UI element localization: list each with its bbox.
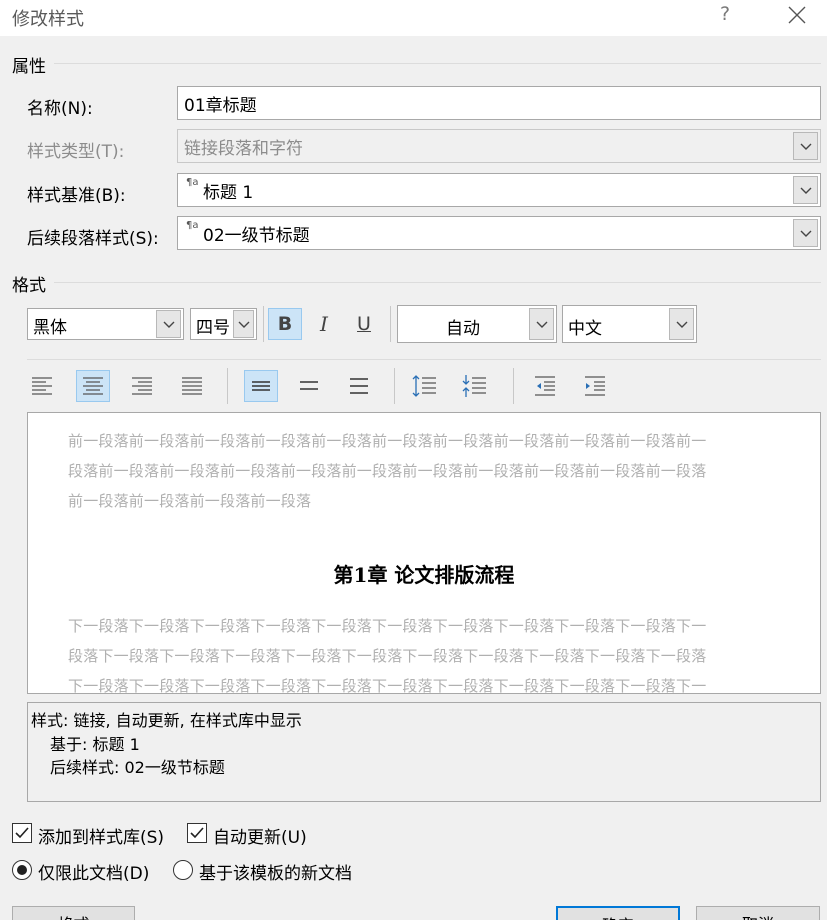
next-style-value: 02一级节标题 [203,226,310,246]
decrease-spacing-button[interactable] [458,370,492,402]
increase-indent-icon [585,376,605,396]
checkmark-icon [15,827,29,839]
decrease-indent-icon [535,376,555,396]
name-label: 名称(N): [27,99,93,119]
increase-paragraph-spacing-icon [412,375,436,397]
ok-button[interactable]: 确定 [556,906,680,920]
italic-icon: I [320,312,328,336]
close-icon[interactable] [786,4,808,26]
style-type-label: 样式类型(T): [27,142,125,162]
preview-sample-heading: 第1章 论文排版流程 [333,563,515,587]
decrease-paragraph-spacing-icon [462,375,486,397]
chevron-down-icon[interactable] [669,308,694,340]
divider [27,359,821,360]
double-spacing-button[interactable] [342,370,376,402]
separator [227,368,228,404]
preview-previous-paragraph: 前一段落前一段落前一段落前一段落 [68,492,312,510]
radio-selected-dot [17,865,27,875]
separator [394,368,395,404]
align-right-icon [132,377,152,395]
font-color-select[interactable]: 自动 [397,305,557,343]
preview-next-paragraph: 下一段落下一段落下一段落下一段落下一段落下一段落下一段落下一段落下一段落下一段落… [68,677,707,694]
double-spacing-icon [350,378,368,394]
new-documents-template-radio[interactable] [173,860,193,880]
one-half-spacing-button[interactable] [292,370,326,402]
font-size-select[interactable]: 四号 [190,308,257,340]
single-spacing-icon [252,381,270,391]
properties-heading: 属性 [12,57,46,77]
separator [513,368,514,404]
paragraph-style-icon: ¶a [186,220,199,231]
checkmark-icon [190,827,204,839]
new-documents-template-label[interactable]: 基于该模板的新文档 [199,859,352,884]
description-line: 基于: 标题 1 [50,735,140,754]
dialog-title: 修改样式 [12,9,84,30]
title-bar: 修改样式 ? [0,0,827,36]
based-on-value: 标题 1 [203,183,254,203]
justify-icon [182,377,202,395]
add-to-gallery-checkbox[interactable] [12,823,32,843]
align-center-icon [83,377,103,395]
separator [390,306,391,342]
divider [54,63,821,64]
separator [263,306,264,342]
help-button[interactable]: ? [720,3,730,25]
auto-update-label[interactable]: 自动更新(U) [213,823,307,848]
justify-button[interactable] [175,370,209,402]
only-this-document-label[interactable]: 仅限此文档(D) [38,859,149,884]
style-type-value: 链接段落和字符 [184,139,303,159]
based-on-label: 样式基准(B): [27,186,126,206]
style-preview: 前一段落前一段落前一段落前一段落前一段落前一段落前一段落前一段落前一段落前一段落… [27,412,821,694]
based-on-select[interactable]: ¶a 标题 1 [177,173,821,207]
format-heading: 格式 [12,276,46,296]
description-line: 样式: 链接, 自动更新, 在样式库中显示 [31,711,302,730]
divider [54,282,821,283]
chevron-down-icon[interactable] [156,310,181,338]
font-select[interactable]: 黑体 [27,308,184,340]
align-left-icon [32,377,52,395]
script-select[interactable]: 中文 [562,305,697,343]
next-style-select[interactable]: ¶a 02一级节标题 [177,216,821,250]
next-style-label: 后续段落样式(S): [27,229,159,249]
align-right-button[interactable] [125,370,159,402]
preview-previous-paragraph: 前一段落前一段落前一段落前一段落前一段落前一段落前一段落前一段落前一段落前一段落… [68,432,707,450]
style-description: 样式: 链接, 自动更新, 在样式库中显示 基于: 标题 1 后续样式: 02一… [27,702,821,802]
preview-next-paragraph: 下一段落下一段落下一段落下一段落下一段落下一段落下一段落下一段落下一段落下一段落… [68,617,707,635]
preview-next-paragraph: 段落下一段落下一段落下一段落下一段落下一段落下一段落下一段落下一段落下一段落下一… [68,647,707,665]
style-type-select: 链接段落和字符 [177,129,821,163]
align-left-button[interactable] [25,370,59,402]
name-value: 01章标题 [184,96,257,116]
chevron-down-icon[interactable] [529,308,554,340]
name-field[interactable]: 01章标题 [177,86,821,120]
font-size-value: 四号 [196,318,230,338]
decrease-indent-button[interactable] [528,370,562,402]
cancel-button[interactable]: 取消 [696,906,820,920]
increase-indent-button[interactable] [578,370,612,402]
underline-icon: U [357,313,371,335]
italic-button[interactable]: I [307,308,341,340]
only-this-document-radio[interactable] [12,860,32,880]
bold-button[interactable]: B [268,308,302,340]
script-value: 中文 [568,319,602,339]
chevron-down-icon[interactable] [793,176,818,204]
one-half-spacing-icon [300,381,318,390]
description-line: 后续样式: 02一级节标题 [50,758,225,777]
auto-update-checkbox[interactable] [187,823,207,843]
chevron-down-icon[interactable] [793,219,818,247]
chevron-down-icon[interactable] [233,310,254,338]
font-color-value: 自动 [446,319,480,339]
paragraph-style-icon: ¶a [186,177,199,188]
align-center-button[interactable] [76,370,110,402]
preview-previous-paragraph: 段落前一段落前一段落前一段落前一段落前一段落前一段落前一段落前一段落前一段落前一… [68,462,707,480]
increase-spacing-button[interactable] [408,370,442,402]
single-spacing-button[interactable] [244,370,278,402]
bold-icon: B [277,313,293,335]
font-value: 黑体 [33,318,67,338]
format-button[interactable]: 格式 [12,906,135,920]
chevron-down-icon [793,132,818,160]
add-to-gallery-label[interactable]: 添加到样式库(S) [38,823,164,848]
underline-button[interactable]: U [347,308,381,340]
